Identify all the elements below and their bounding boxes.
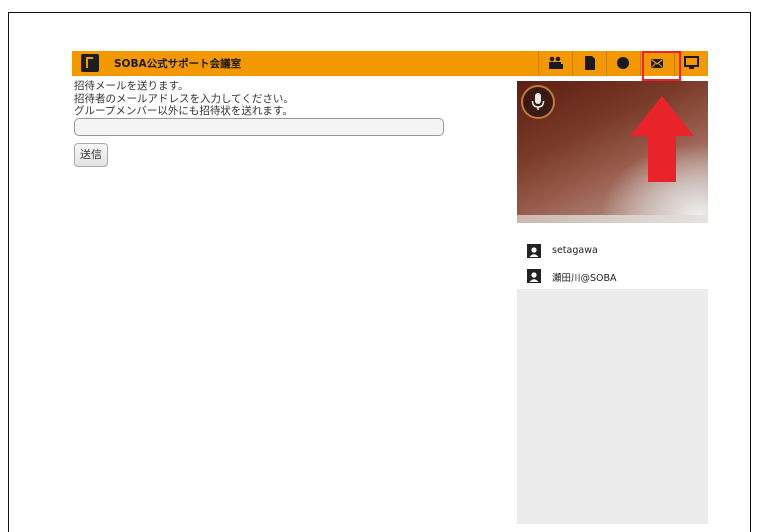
arrow-up-icon xyxy=(630,96,694,182)
list-item[interactable]: setagawa xyxy=(527,243,707,259)
annotation-highlight-box xyxy=(642,51,681,81)
members-button[interactable] xyxy=(538,51,572,76)
list-item[interactable]: 瀬田川@SOBA xyxy=(527,268,707,284)
record-button[interactable] xyxy=(606,51,640,76)
room-title: SOBA公式サポート会議室 xyxy=(114,58,242,70)
invite-line: グループメンバー以外にも招待状を送れます。 xyxy=(74,105,293,117)
record-circle-icon xyxy=(617,57,629,69)
send-button[interactable]: 送信 xyxy=(74,143,108,167)
member-name: 瀬田川@SOBA xyxy=(552,273,617,284)
invite-instructions: 招待メールを送ります。 招待者のメールアドレスを入力してください。 グループメン… xyxy=(74,80,294,118)
user-icon xyxy=(527,269,541,283)
exit-door-icon[interactable] xyxy=(81,54,99,72)
video-floor xyxy=(517,215,708,223)
mic-toggle-button[interactable] xyxy=(521,85,555,119)
chat-panel[interactable] xyxy=(517,289,708,524)
invite-line: 招待者のメールアドレスを入力してください。 xyxy=(74,92,294,105)
document-icon xyxy=(585,56,595,70)
user-icon xyxy=(527,244,541,258)
email-field[interactable] xyxy=(74,118,444,136)
top-toolbar: SOBA公式サポート会議室 xyxy=(72,51,708,76)
microphone-icon xyxy=(531,93,545,110)
people-icon xyxy=(549,56,563,69)
member-list: setagawa 瀬田川@SOBA xyxy=(517,238,708,290)
monitor-icon xyxy=(684,56,699,69)
member-name: setagawa xyxy=(552,245,598,256)
document-button[interactable] xyxy=(572,51,606,76)
invite-line: 招待メールを送ります。 xyxy=(74,80,189,92)
